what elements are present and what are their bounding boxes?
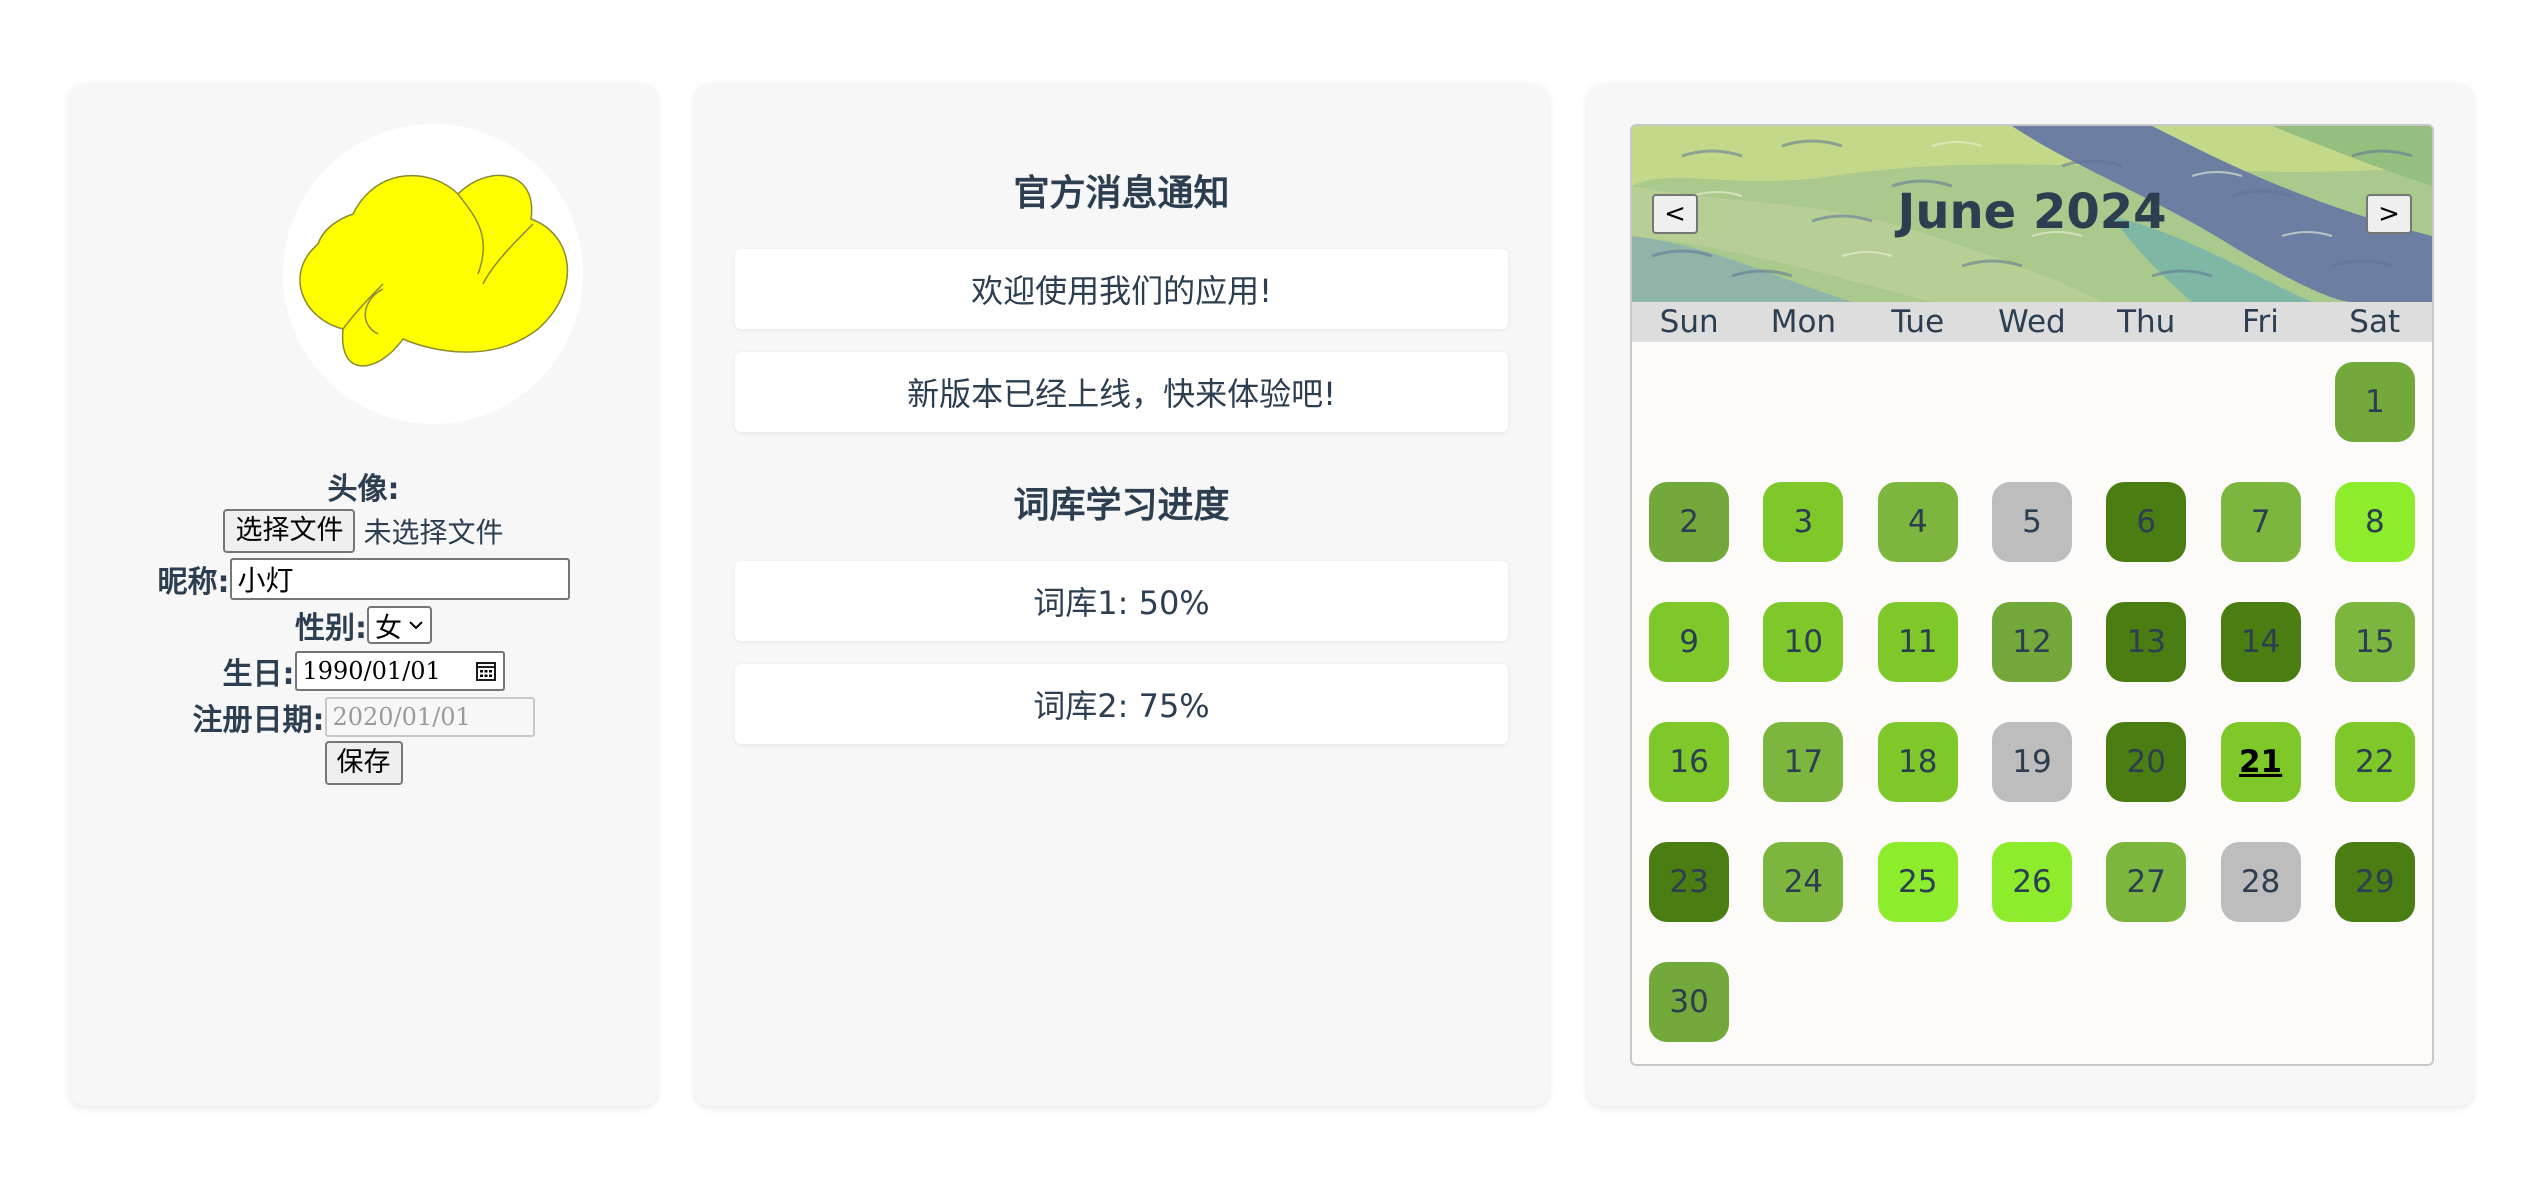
next-month-button[interactable]: > (2366, 194, 2412, 234)
save-button[interactable]: 保存 (324, 741, 403, 785)
chevron-down-icon (409, 621, 423, 630)
calendar-day[interactable]: 9 (1649, 602, 1730, 682)
calendar-day[interactable]: 18 (1877, 722, 1958, 802)
choose-file-button[interactable]: 选择文件 (223, 509, 356, 553)
register-date-value: 2020/01/01 (332, 703, 471, 731)
nickname-value: 小灯 (237, 564, 294, 597)
calendar-day[interactable]: 3 (1763, 482, 1844, 562)
calendar-day[interactable]: 11 (1877, 602, 1958, 682)
weekday-label: Mon (1770, 304, 1837, 340)
birthday-input[interactable]: 1990/01/01 (294, 651, 505, 691)
calendar-day[interactable]: 14 (2220, 602, 2301, 682)
calendar-month-title: June 2024 (1897, 184, 2167, 240)
gender-label: 性别: (295, 611, 367, 646)
calendar-day[interactable]: 6 (2106, 482, 2187, 562)
messages-panel: 官方消息通知 欢迎使用我们的应用! 新版本已经上线，快来体验吧! 词库学习进度 … (695, 84, 1548, 1106)
weekday-header-row: Sun Mon Tue Wed Thu Fri Sat (1632, 302, 2432, 342)
calendar-day[interactable]: 16 (1649, 722, 1730, 802)
calendar: < June 2024 > Sun Mon Tue Wed Thu Fri Sa… (1630, 124, 2434, 1066)
notice-item: 欢迎使用我们的应用! (735, 249, 1508, 329)
weekday-label: Wed (1998, 304, 2066, 340)
calendar-day[interactable]: 4 (1877, 482, 1958, 562)
calendar-icon[interactable] (475, 660, 497, 682)
calendar-day[interactable]: 2 (1649, 482, 1730, 562)
calendar-day[interactable]: 28 (2220, 842, 2301, 922)
calendar-header: < June 2024 > (1632, 126, 2432, 302)
calendar-day[interactable]: 8 (2334, 482, 2415, 562)
calendar-panel: < June 2024 > Sun Mon Tue Wed Thu Fri Sa… (1588, 84, 2473, 1106)
nickname-input[interactable]: 小灯 (229, 558, 570, 600)
notice-title: 官方消息通知 (1013, 173, 1230, 214)
birthday-label: 生日: (222, 657, 295, 692)
weekday-label: Thu (2117, 304, 2176, 340)
progress-title: 词库学习进度 (1013, 485, 1230, 526)
calendar-day[interactable]: 15 (2334, 602, 2415, 682)
calendar-day[interactable]: 5 (1992, 482, 2072, 562)
file-status-text: 未选择文件 (363, 516, 504, 549)
calendar-day[interactable]: 25 (1877, 842, 1958, 922)
calendar-day[interactable]: 27 (2106, 842, 2187, 922)
calendar-day[interactable]: 7 (2220, 482, 2301, 562)
gender-select[interactable]: 女 (367, 606, 432, 644)
avatar (283, 124, 583, 424)
gender-value: 女 (375, 612, 402, 644)
days-grid: 1 2 3 4 5 6 7 8 9 10 11 12 13 14 15 16 17 18 19 20 21 22 23 24 2… (1632, 342, 2432, 1064)
calendar-day[interactable]: 19 (1992, 722, 2072, 802)
calendar-day[interactable]: 12 (1992, 602, 2072, 682)
weekday-label: Sun (1659, 304, 1719, 340)
calendar-day[interactable]: 20 (2106, 722, 2187, 802)
nickname-label: 昵称: (157, 565, 230, 600)
calendar-day[interactable]: 13 (2106, 602, 2187, 682)
calendar-day[interactable]: 29 (2334, 842, 2415, 922)
weekday-label: Tue (1891, 304, 1945, 340)
profile-panel: 头像: 选择文件 未选择文件 昵称: 小灯 性别: 女 生日: 1990/01/… (70, 84, 657, 1106)
register-date-input: 2020/01/01 (324, 697, 535, 737)
birthday-value: 1990/01/01 (302, 657, 441, 685)
weekday-label: Sat (2349, 304, 2401, 340)
notice-item: 新版本已经上线，快来体验吧! (735, 352, 1508, 432)
progress-item: 词库2: 75% (735, 664, 1508, 744)
calendar-day[interactable]: 24 (1763, 842, 1844, 922)
calendar-day[interactable]: 26 (1992, 842, 2072, 922)
calendar-day[interactable]: 23 (1649, 842, 1730, 922)
calendar-day[interactable]: 10 (1763, 602, 1844, 682)
calendar-day-today[interactable]: 21 (2220, 722, 2301, 802)
profile-form: 头像: 选择文件 未选择文件 昵称: 小灯 性别: 女 生日: 1990/01/… (70, 464, 657, 786)
register-date-label: 注册日期: (192, 703, 325, 738)
avatar-label: 头像: (327, 472, 400, 507)
weekday-label: Fri (2241, 304, 2279, 340)
calendar-day[interactable]: 17 (1763, 722, 1844, 802)
avatar-scribble-image (299, 174, 569, 367)
calendar-day[interactable]: 1 (2334, 362, 2415, 442)
calendar-day[interactable]: 30 (1649, 962, 1730, 1042)
calendar-day[interactable]: 22 (2334, 722, 2415, 802)
progress-item: 词库1: 50% (735, 561, 1508, 641)
